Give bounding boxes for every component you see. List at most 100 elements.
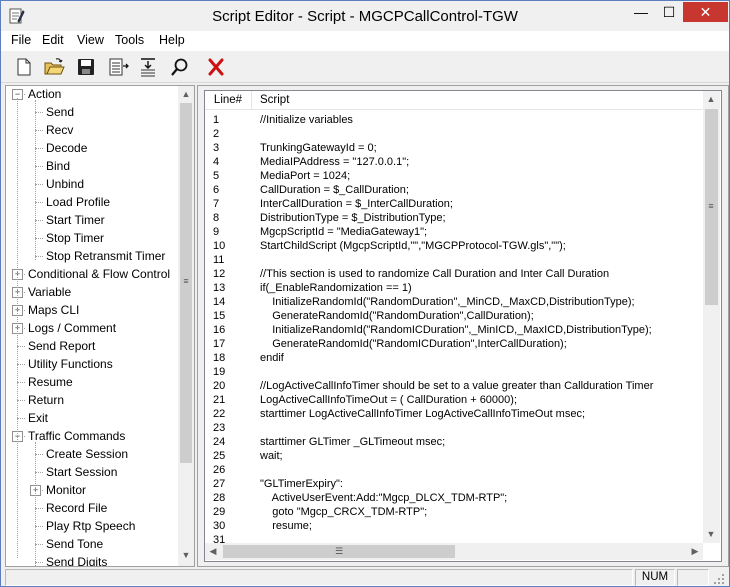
script-row[interactable]: 11 [205,253,702,267]
script-code[interactable]: MediaIPAddress = "127.0.0.1"; [260,155,409,169]
minimize-button[interactable]: — [627,2,655,22]
script-row[interactable]: 22 starttimer LogActiveCallInfoTimer LogA… [205,407,702,421]
script-code[interactable]: DistributionType = $_DistributionType; [260,211,446,225]
tree-item-start-session[interactable]: Start Session [46,464,117,480]
tree-item-unbind[interactable]: Unbind [46,176,84,192]
script-scroll-right-icon[interactable]: ▶ [687,543,703,559]
line-number-header[interactable]: Line# [205,91,252,110]
script-row[interactable]: 30 resume; [205,519,702,533]
script-code[interactable]: //This section is used to randomize Call… [260,267,609,281]
script-code[interactable]: MgcpScriptId = "MediaGateway1"; [260,225,427,239]
tree-item-send[interactable]: Send [46,104,74,120]
tree-item-record-file[interactable]: Record File [46,500,107,516]
script-code[interactable]: LogActiveCallInfoTimeOut = ( CallDuratio… [260,393,517,407]
tree-item-stop-timer[interactable]: Stop Timer [46,230,104,246]
script-code[interactable]: if(_EnableRandomization == 1) [260,281,412,295]
tree-vertical-scrollbar[interactable]: ▲ ≡ ▼ [178,86,194,566]
script-row[interactable]: 9 MgcpScriptId = "MediaGateway1"; [205,225,702,239]
script-row[interactable]: 6 CallDuration = $_CallDuration; [205,183,702,197]
script-code[interactable]: InitializeRandomId("RandomICDuration",_M… [260,323,652,337]
script-row[interactable]: 13 if(_EnableRandomization == 1) [205,281,702,295]
find-icon[interactable] [169,56,191,78]
tree-item-stop-retransmit-timer[interactable]: Stop Retransmit Timer [46,248,165,264]
script-row[interactable]: 20 //LogActiveCallInfoTimer should be set… [205,379,702,393]
tree-item-start-timer[interactable]: Start Timer [46,212,105,228]
menu-help[interactable]: Help [159,33,185,47]
script-code[interactable]: GenerateRandomId("RandomICDuration",Inte… [260,337,567,351]
script-header[interactable]: Script [252,91,710,110]
script-scroll-down-icon[interactable]: ▼ [703,526,719,542]
script-row[interactable]: 19 [205,365,702,379]
command-tree[interactable]: Action − Send Recv Decode Bind Unbind Load Prof… [5,85,195,567]
script-code[interactable]: starttimer GLTimer _GLTimeout msec; [260,435,445,449]
script-row[interactable]: 2 [205,127,702,141]
script-row[interactable]: 14 InitializeRandomId("RandomDuration",_… [205,295,702,309]
close-button[interactable]: ✕ [683,2,728,22]
script-code[interactable]: CallDuration = $_CallDuration; [260,183,409,197]
script-code[interactable]: //LogActiveCallInfoTimer should be set t… [260,379,653,393]
script-row[interactable]: 23 [205,421,702,435]
script-vertical-scrollbar[interactable]: ▲ ≡ ▼ [703,91,720,543]
tree-item-bind[interactable]: Bind [46,158,70,174]
script-code[interactable]: InitializeRandomId("RandomDuration",_Min… [260,295,634,309]
script-row[interactable]: 12 //This section is used to randomize Ca… [205,267,702,281]
format-icon[interactable] [137,56,159,78]
script-row[interactable]: 8 DistributionType = $_DistributionType; [205,211,702,225]
menu-edit[interactable]: Edit [42,33,64,47]
script-row[interactable]: 3 TrunkingGatewayId = 0; [205,141,702,155]
script-scroll-left-icon[interactable]: ◀ [205,543,221,559]
script-row[interactable]: 1 //Initialize variables [205,113,702,127]
menu-view[interactable]: View [77,33,104,47]
script-code[interactable]: goto "Mgcp_CRCX_TDM-RTP"; [260,505,427,519]
tree-scroll-up-icon[interactable]: ▲ [178,86,194,102]
open-folder-icon[interactable] [43,56,65,78]
tree-item-conditional-flow-control[interactable]: Conditional & Flow Control [28,266,170,282]
script-code[interactable]: GenerateRandomId("RandomDuration",CallDu… [260,309,534,323]
script-code[interactable]: StartChildScript (MgcpScriptId,"","MGCPP… [260,239,566,253]
tree-item-action[interactable]: Action [28,86,61,102]
save-icon[interactable] [75,56,97,78]
script-code[interactable]: endif [260,351,284,365]
script-code[interactable]: MediaPort = 1024; [260,169,350,183]
tree-item-traffic-commands[interactable]: Traffic Commands [28,428,125,444]
tree-item-send-tone[interactable]: Send Tone [46,536,103,552]
menu-tools[interactable]: Tools [115,33,144,47]
script-row[interactable]: 18 endif [205,351,702,365]
script-row[interactable]: 17 GenerateRandomId("RandomICDuration",I… [205,337,702,351]
script-row[interactable]: 29 goto "Mgcp_CRCX_TDM-RTP"; [205,505,702,519]
tree-item-play-rtp-speech[interactable]: Play Rtp Speech [46,518,135,534]
tree-item-maps-cli[interactable]: Maps CLI [28,302,79,318]
tree-item-variable[interactable]: Variable [28,284,71,300]
new-document-icon[interactable] [13,56,35,78]
delete-icon[interactable] [205,56,227,78]
title-bar[interactable]: Script Editor - Script - MGCPCallControl… [1,1,729,33]
script-code[interactable]: TrunkingGatewayId = 0; [260,141,377,155]
script-code[interactable]: //Initialize variables [260,113,353,127]
tree-scroll-down-icon[interactable]: ▼ [178,547,194,563]
script-code[interactable]: InterCallDuration = $_InterCallDuration; [260,197,453,211]
script-horizontal-scrollbar[interactable]: ◀ ☰ ▶ [205,543,703,560]
script-row[interactable]: 5 MediaPort = 1024; [205,169,702,183]
script-row[interactable]: 24 starttimer GLTimer _GLTimeout msec; [205,435,702,449]
script-row[interactable]: 4 MediaIPAddress = "127.0.0.1"; [205,155,702,169]
script-row[interactable]: 15 GenerateRandomId("RandomDuration",Cal… [205,309,702,323]
tree-item-exit[interactable]: Exit [28,410,48,426]
script-row[interactable]: 10 StartChildScript (MgcpScriptId,"","MGC… [205,239,702,253]
tree-item-decode[interactable]: Decode [46,140,87,156]
tree-item-send-report[interactable]: Send Report [28,338,95,354]
script-code[interactable]: wait; [260,449,283,463]
script-row[interactable]: 16 InitializeRandomId("RandomICDuration"… [205,323,702,337]
insert-icon[interactable] [107,56,129,78]
tree-item-utility-functions[interactable]: Utility Functions [28,356,113,372]
script-row[interactable]: 7 InterCallDuration = $_InterCallDuration… [205,197,702,211]
script-code[interactable]: "GLTimerExpiry": [260,477,343,491]
tree-item-return[interactable]: Return [28,392,64,408]
tree-item-monitor[interactable]: Monitor [46,482,86,498]
script-grid[interactable]: Line# Script 1//Initialize variables 2 3 Tr… [204,90,722,562]
tree-item-load-profile[interactable]: Load Profile [46,194,110,210]
script-scroll-up-icon[interactable]: ▲ [703,91,719,107]
script-row[interactable]: 26 [205,463,702,477]
tree-item-send-digits[interactable]: Send Digits [46,554,107,566]
tree-item-recv[interactable]: Recv [46,122,73,138]
script-code[interactable]: starttimer LogActiveCallInfoTimer LogAct… [260,407,585,421]
